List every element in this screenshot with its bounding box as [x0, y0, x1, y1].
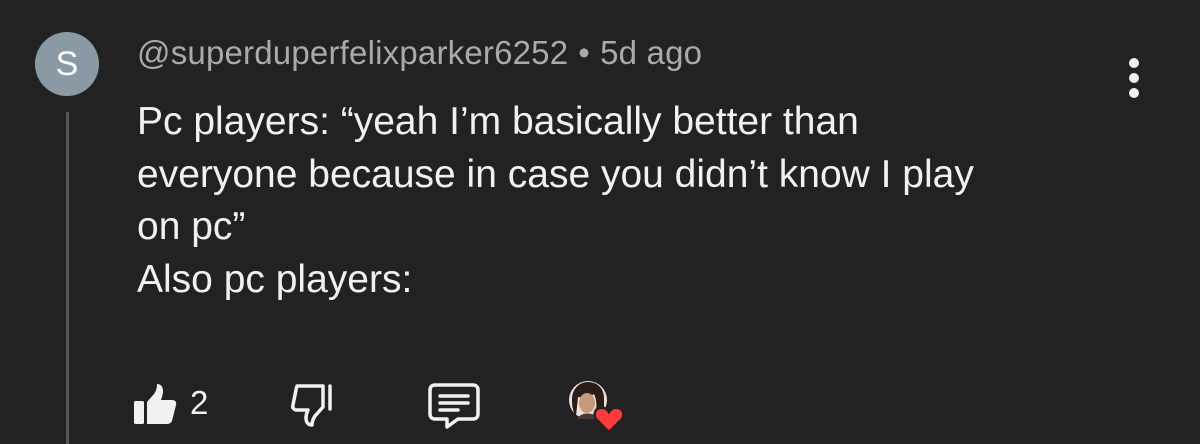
reply-button[interactable] — [426, 382, 482, 430]
comment-line-3: on pc” — [137, 205, 246, 248]
comment-header: @superduperfelixparker6252 • 5d ago — [137, 34, 702, 72]
avatar[interactable]: S — [35, 32, 99, 96]
comment-icon — [428, 383, 480, 429]
comment-actions: 2 — [0, 370, 1200, 440]
like-button[interactable]: 2 — [132, 382, 222, 428]
more-options-button[interactable] — [1114, 40, 1154, 116]
comment-line-2: everyone because in case you didn’t know… — [137, 152, 974, 196]
comment-line-4: Also pc players: — [137, 257, 413, 301]
like-count: 2 — [190, 384, 209, 421]
more-vertical-icon — [1129, 58, 1139, 98]
separator-dot: • — [578, 34, 591, 71]
avatar-initial: S — [55, 45, 79, 83]
dislike-button[interactable] — [290, 382, 338, 428]
comment-thread: S @superduperfelixparker6252 • 5d ago Pc p… — [0, 0, 1200, 444]
author-name[interactable]: @superduperfelixparker6252 — [137, 34, 568, 71]
comment-body: Pc players: “yeah I’m basically better t… — [137, 96, 1127, 306]
thumbs-down-icon — [291, 384, 332, 427]
creator-heart[interactable] — [566, 378, 630, 436]
creator-heart-icon — [569, 381, 625, 434]
thumbs-up-icon — [134, 384, 177, 424]
comment-line-1: Pc players: “yeah I’m basically better t… — [137, 100, 859, 143]
timestamp: 5d ago — [600, 34, 703, 71]
